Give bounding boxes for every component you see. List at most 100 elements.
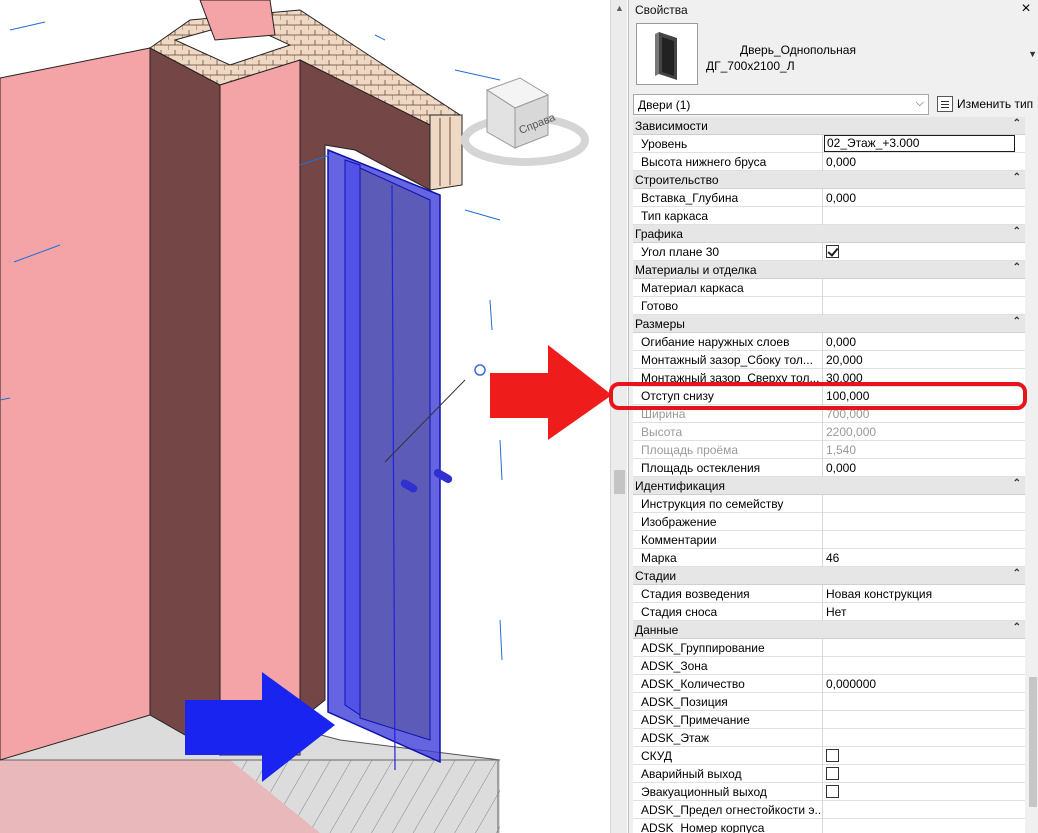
property-value[interactable]: [824, 801, 1025, 819]
property-value[interactable]: 0,000: [824, 333, 1025, 351]
property-checkbox-cell[interactable]: [824, 765, 1025, 783]
property-row[interactable]: Площадь остекления 0,000: [633, 459, 1025, 477]
property-row[interactable]: Монтажный зазор_Сбоку тол... 20,000: [633, 351, 1025, 369]
collapse-icon[interactable]: ⌃: [1013, 262, 1021, 273]
property-row[interactable]: ADSK_Этаж: [633, 729, 1025, 747]
property-value[interactable]: [824, 207, 1025, 225]
property-row[interactable]: СКУД: [633, 747, 1025, 765]
scrollbar-thumb[interactable]: [614, 470, 625, 494]
type-dropdown-icon[interactable]: ▼: [1028, 49, 1037, 59]
property-value[interactable]: [824, 711, 1025, 729]
property-row[interactable]: ADSK_Зона: [633, 657, 1025, 675]
property-row-highlighted[interactable]: Отступ снизу 100,000: [633, 387, 1025, 405]
property-checkbox-cell[interactable]: [824, 747, 1025, 765]
group-header[interactable]: Идентификация ⌃: [633, 477, 1025, 495]
collapse-icon[interactable]: ⌃: [1013, 478, 1021, 489]
property-value[interactable]: Нет: [824, 603, 1025, 621]
property-value[interactable]: [824, 693, 1025, 711]
scroll-up-icon[interactable]: ▲: [611, 0, 628, 17]
property-value[interactable]: 0,000000: [824, 675, 1025, 693]
property-value[interactable]: [824, 297, 1025, 315]
property-row[interactable]: Площадь проёма 1,540: [633, 441, 1025, 459]
property-value[interactable]: 0,000: [824, 153, 1025, 171]
property-row[interactable]: Уровень 02_Этаж_+3.000: [633, 135, 1025, 153]
property-row[interactable]: ADSK_Количество 0,000000: [633, 675, 1025, 693]
3d-viewport[interactable]: Справа: [0, 0, 610, 833]
property-name: ADSK_Количество: [633, 675, 823, 693]
property-value[interactable]: 46: [824, 549, 1025, 567]
edit-type-button[interactable]: Изменить тип: [935, 94, 1038, 115]
property-row[interactable]: Угол плане 30: [633, 243, 1025, 261]
collapse-icon[interactable]: ⌃: [1013, 316, 1021, 327]
collapse-icon[interactable]: ⌃: [1013, 622, 1021, 633]
property-row[interactable]: Инструкция по семейству: [633, 495, 1025, 513]
close-icon[interactable]: ×: [1018, 1, 1034, 18]
property-row[interactable]: Вставка_Глубина 0,000: [633, 189, 1025, 207]
property-value[interactable]: [824, 657, 1025, 675]
property-value[interactable]: [824, 495, 1025, 513]
group-header[interactable]: Графика ⌃: [633, 225, 1025, 243]
property-value[interactable]: 02_Этаж_+3.000: [824, 135, 1015, 152]
group-header[interactable]: Данные ⌃: [633, 621, 1025, 639]
property-name: Угол плане 30: [633, 243, 823, 261]
type-selector[interactable]: Дверь_Однопольная ДГ_700х2100_Л ▼: [634, 21, 1038, 89]
viewport-scrollbar[interactable]: ▲: [610, 0, 627, 833]
property-value[interactable]: 0,000: [824, 189, 1025, 207]
collapse-icon[interactable]: ⌃: [1013, 172, 1021, 183]
property-row[interactable]: Марка 46: [633, 549, 1025, 567]
property-name: Площадь проёма: [633, 441, 823, 459]
property-value[interactable]: [824, 531, 1025, 549]
group-header[interactable]: Строительство ⌃: [633, 171, 1025, 189]
property-row[interactable]: Высота 2200,000: [633, 423, 1025, 441]
property-checkbox-cell[interactable]: [824, 243, 1025, 261]
checkbox[interactable]: [826, 245, 839, 258]
property-row[interactable]: Огибание наружных слоев 0,000: [633, 333, 1025, 351]
chevron-down-icon[interactable]: ⌵: [916, 97, 924, 110]
property-value[interactable]: [824, 729, 1025, 747]
group-header[interactable]: Размеры ⌃: [633, 315, 1025, 333]
property-value[interactable]: Новая конструкция: [824, 585, 1025, 603]
checkbox[interactable]: [826, 785, 839, 798]
property-row[interactable]: Высота нижнего бруса 0,000: [633, 153, 1025, 171]
property-row[interactable]: ADSK_Группирование: [633, 639, 1025, 657]
property-row[interactable]: Монтажный зазор_Сверху тол... 30,000: [633, 369, 1025, 387]
property-row[interactable]: Аварийный выход: [633, 765, 1025, 783]
property-value: 2200,000: [826, 425, 877, 439]
group-label: Строительство: [635, 173, 719, 187]
model-view[interactable]: Справа: [0, 0, 610, 833]
collapse-icon[interactable]: ⌃: [1013, 118, 1021, 129]
property-row[interactable]: Ширина 700,000: [633, 405, 1025, 423]
collapse-icon[interactable]: ⌃: [1013, 568, 1021, 579]
property-row[interactable]: ADSK_Предел огнестойкости э...: [633, 801, 1025, 819]
property-name: Высота нижнего бруса: [633, 153, 823, 171]
property-row[interactable]: Тип каркаса: [633, 207, 1025, 225]
property-row[interactable]: Стадия возведения Новая конструкция: [633, 585, 1025, 603]
checkbox[interactable]: [826, 767, 839, 780]
property-value[interactable]: [824, 513, 1025, 531]
property-value[interactable]: [824, 819, 1025, 833]
property-row[interactable]: ADSK_Примечание: [633, 711, 1025, 729]
checkbox[interactable]: [826, 749, 839, 762]
property-row[interactable]: Готово: [633, 297, 1025, 315]
group-header[interactable]: Материалы и отделка ⌃: [633, 261, 1025, 279]
property-row[interactable]: Материал каркаса: [633, 279, 1025, 297]
scrollbar-thumb[interactable]: [1029, 677, 1037, 807]
property-row[interactable]: ADSK_Номер корпуса: [633, 819, 1025, 833]
property-row[interactable]: Комментарии: [633, 531, 1025, 549]
properties-scrollbar[interactable]: [1027, 117, 1038, 833]
property-value[interactable]: [824, 639, 1025, 657]
group-header[interactable]: Зависимости ⌃: [633, 117, 1025, 135]
property-checkbox-cell[interactable]: [824, 783, 1025, 801]
property-value[interactable]: 0,000: [824, 459, 1025, 477]
collapse-icon[interactable]: ⌃: [1013, 226, 1021, 237]
property-row[interactable]: Эвакуационный выход: [633, 783, 1025, 801]
property-value[interactable]: 30,000: [824, 369, 1025, 387]
group-header[interactable]: Стадии ⌃: [633, 567, 1025, 585]
property-row[interactable]: Изображение: [633, 513, 1025, 531]
property-value[interactable]: 20,000: [824, 351, 1025, 369]
property-value[interactable]: [824, 279, 1025, 297]
property-value[interactable]: 100,000: [824, 387, 1025, 405]
property-row[interactable]: Стадия сноса Нет: [633, 603, 1025, 621]
category-filter-select[interactable]: Двери (1) ⌵: [633, 94, 929, 115]
property-row[interactable]: ADSK_Позиция: [633, 693, 1025, 711]
